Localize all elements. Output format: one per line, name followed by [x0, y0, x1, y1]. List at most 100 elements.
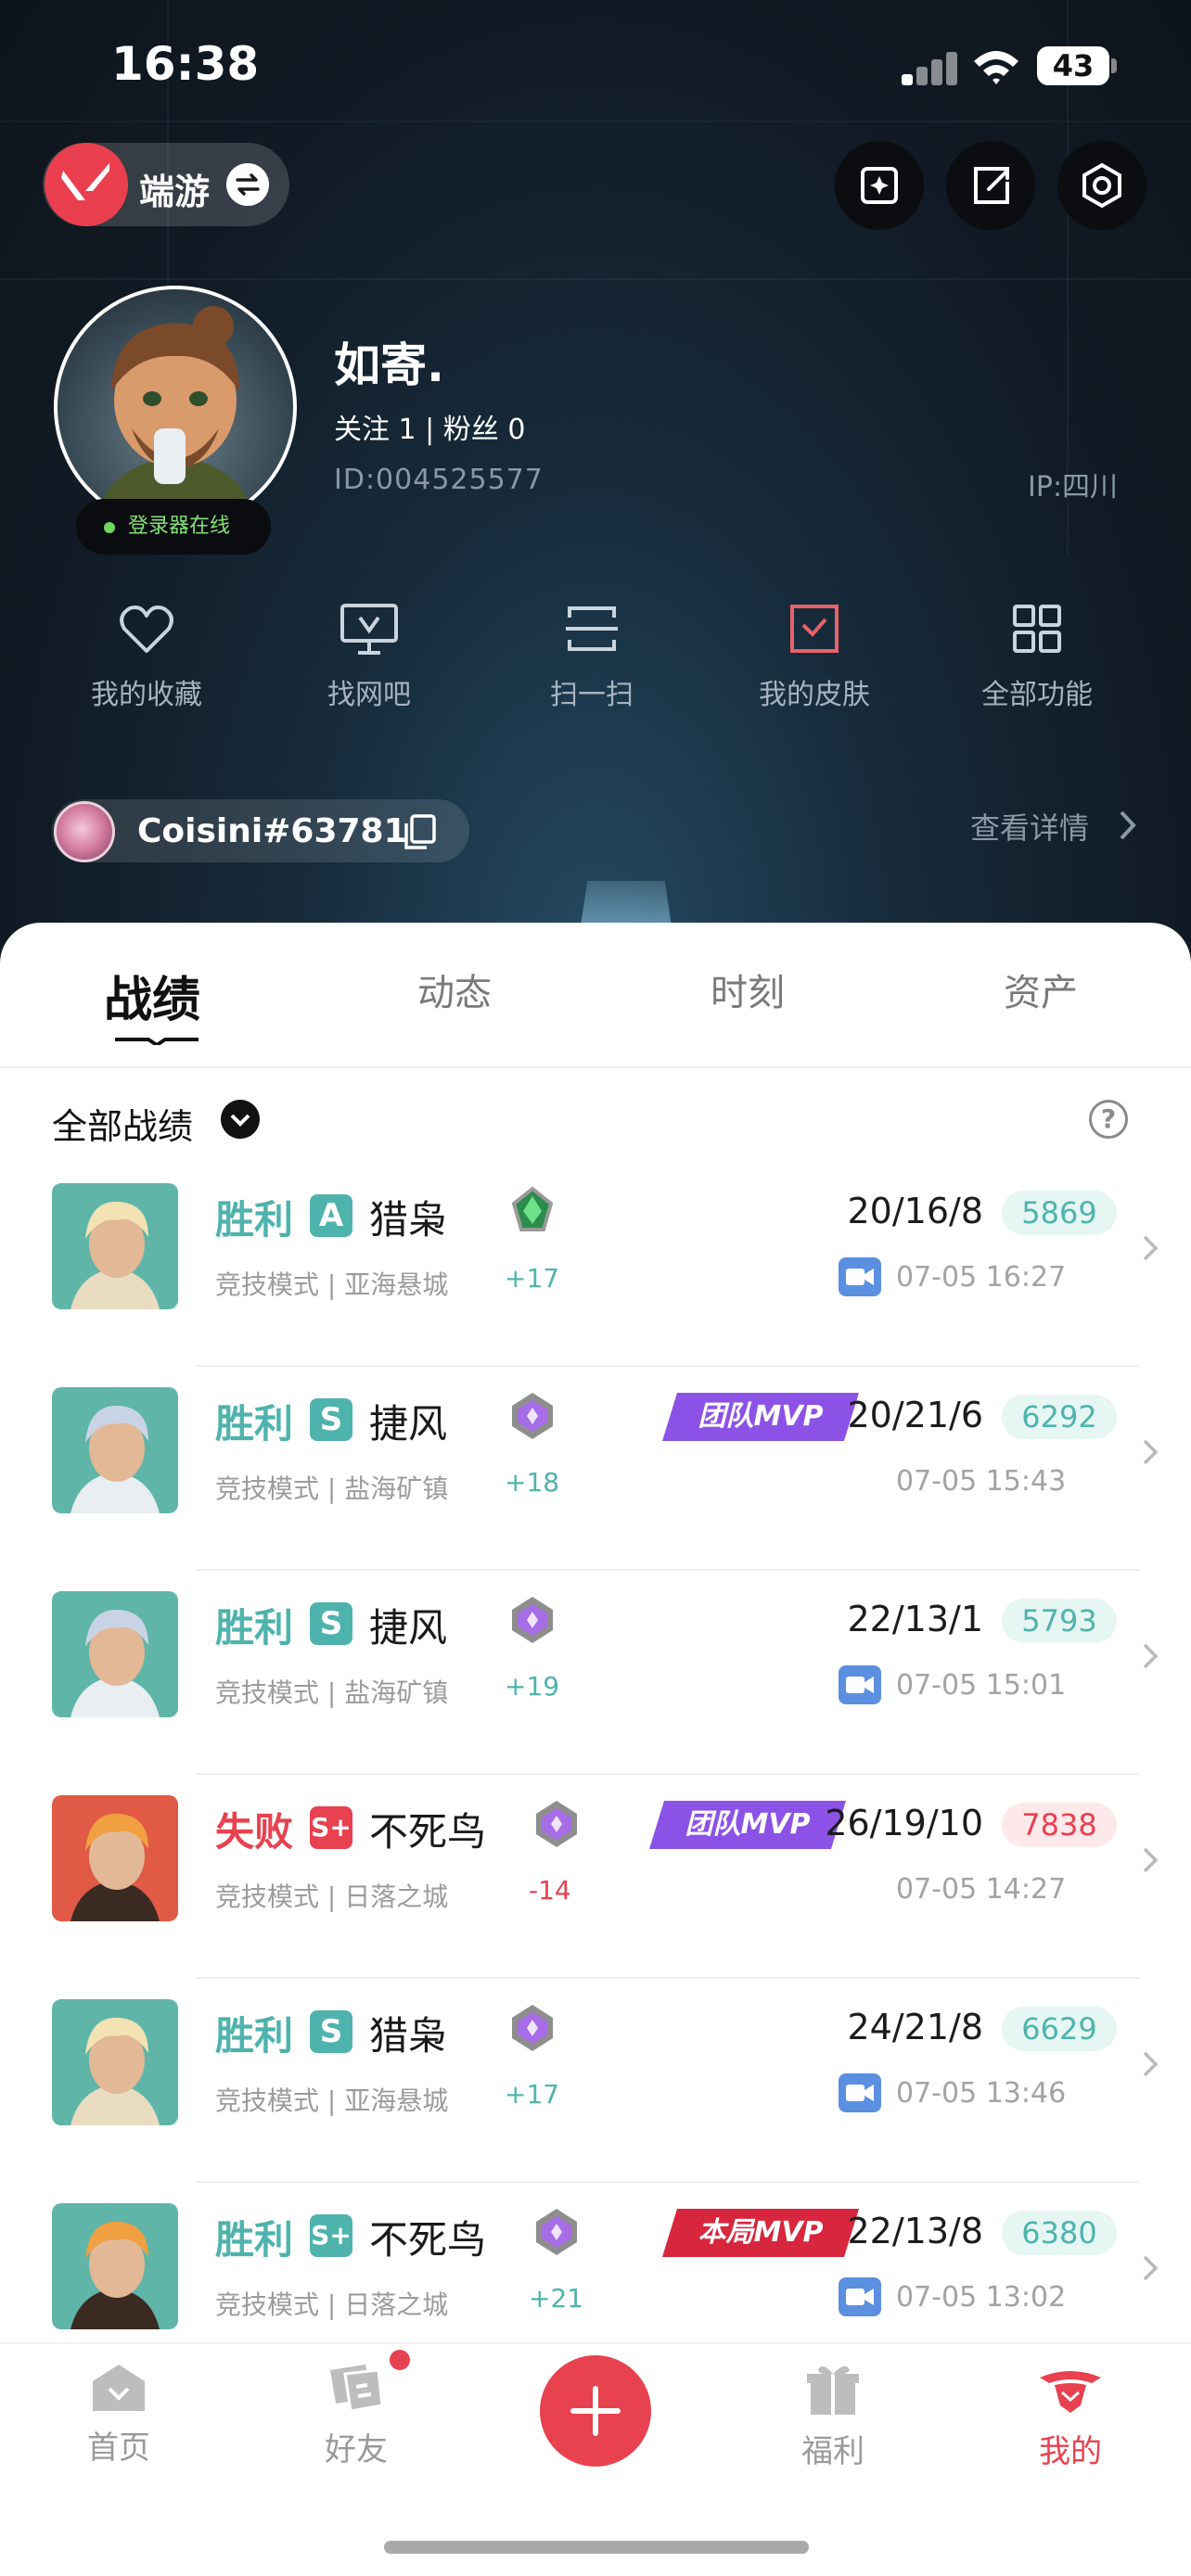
copy-icon[interactable] [403, 814, 436, 849]
heart-icon [120, 606, 173, 653]
nav-label: 首页 [87, 2429, 150, 2467]
agent-name: 不死鸟 [369, 2217, 487, 2263]
function-label: 我的收藏 [91, 679, 202, 711]
mode-and-map: 竞技模式 | 盐海矿镇 [215, 1473, 449, 1504]
agent-avatar-icon [95, 306, 256, 525]
video-replay-icon[interactable] [839, 1257, 881, 1296]
match-row[interactable]: 失败 S+ 不死鸟 竞技模式 | 日落之城 -14 团队MVP 26/19/10 7838 07… [0, 1775, 1191, 1979]
match-row[interactable]: 胜利 S 猎枭 竞技模式 | 亚海悬城 +17 24/21/8 6629 07-05 13:4… [0, 1979, 1191, 2183]
mode-and-map: 竞技模式 | 亚海悬城 [215, 1269, 449, 1300]
performance-grade: S [310, 1398, 352, 1441]
add-post-button[interactable] [540, 2355, 651, 2467]
sparkle-card-icon [861, 167, 898, 204]
mode-and-map: 竞技模式 | 日落之城 [215, 2289, 449, 2320]
nav-home[interactable]: 首页 [45, 2361, 193, 2468]
settings-button[interactable] [1057, 141, 1146, 230]
kda: 26/19/10 [825, 1803, 983, 1843]
performance-grade: S+ [310, 1806, 352, 1849]
performance-grade: S [310, 1602, 352, 1645]
rank-points-delta: +19 [505, 1671, 560, 1702]
match-result: 胜利 [215, 2013, 294, 2059]
swap-icon[interactable] [226, 163, 269, 206]
tab-divider [0, 1066, 1191, 1068]
agent-portrait-icon [70, 1201, 160, 1309]
mode-and-map: 竞技模式 | 盐海矿镇 [215, 1677, 449, 1708]
tab-assets[interactable]: 资产 [1004, 963, 1078, 1016]
match-result: 胜利 [215, 1197, 294, 1243]
home-indicator [384, 2541, 809, 2554]
match-time: 07-05 15:01 [896, 1669, 1067, 1702]
tab-activity[interactable]: 动态 [417, 963, 492, 1016]
rank-badge-icon [536, 1801, 577, 1847]
tab-record[interactable]: 战绩 [104, 961, 200, 1030]
avatar[interactable] [54, 286, 297, 529]
agent-name: 猎枭 [369, 1197, 448, 1243]
home-icon [93, 2365, 145, 2411]
agent-portrait [52, 2203, 178, 2329]
ip-location: IP:四川 [1028, 471, 1119, 504]
video-replay-icon[interactable] [839, 2277, 881, 2316]
match-result: 胜利 [215, 1605, 294, 1651]
agent-portrait [52, 1999, 178, 2125]
function-label: 找网吧 [327, 679, 411, 711]
mode-and-map: 竞技模式 | 亚海悬城 [215, 2085, 449, 2116]
share-button[interactable] [946, 141, 1035, 230]
skin-icon [790, 605, 839, 653]
match-result: 失败 [215, 1809, 294, 1855]
chevron-right-icon [1143, 1643, 1159, 1669]
video-replay-icon[interactable] [839, 2073, 881, 2112]
view-details-link[interactable]: 查看详情 [970, 805, 1089, 848]
record-filter-label[interactable]: 全部战绩 [52, 1098, 193, 1149]
match-time: 07-05 13:46 [896, 2077, 1067, 2110]
chevron-right-icon [1120, 810, 1136, 840]
function-skins[interactable]: 我的皮肤 [722, 603, 907, 733]
agent-portrait-icon [70, 1609, 160, 1717]
kda: 24/21/8 [847, 2007, 984, 2047]
match-row[interactable]: 胜利 S 捷风 竞技模式 | 盐海矿镇 +18 团队MVP 20/21/6 6292 07-05… [0, 1367, 1191, 1571]
video-replay-icon[interactable] [839, 1665, 881, 1704]
kda: 20/21/6 [847, 1395, 984, 1435]
share-icon [974, 167, 1009, 204]
match-result: 胜利 [215, 1401, 294, 1447]
agent-portrait-icon [70, 2221, 160, 2329]
account-name: Coisini#63781 [137, 812, 407, 850]
function-label: 我的皮肤 [759, 679, 870, 711]
rank-badge-icon [512, 2005, 553, 2051]
match-row[interactable]: 胜利 S 捷风 竞技模式 | 盐海矿镇 +19 22/13/1 5793 07-05 15:0… [0, 1571, 1191, 1775]
nav-me[interactable]: 我的 [996, 2361, 1145, 2471]
chevron-right-icon [1143, 1439, 1159, 1465]
combat-score: 6380 [1002, 2211, 1117, 2255]
nav-welfare[interactable]: 福利 [759, 2361, 907, 2471]
function-all[interactable]: 全部功能 [944, 603, 1130, 733]
function-favorites[interactable]: 我的收藏 [54, 603, 239, 733]
function-scan[interactable]: 扫一扫 [499, 603, 685, 733]
chevron-right-icon [1143, 1847, 1159, 1873]
game-name: 端游 [139, 172, 211, 212]
online-dot-icon [104, 522, 115, 533]
kda: 22/13/8 [847, 2211, 984, 2251]
rank-badge-icon [512, 1597, 553, 1643]
nav-label: 福利 [801, 2433, 864, 2470]
follow-stats[interactable]: 关注 1 | 粉丝 0 [334, 406, 525, 447]
help-icon[interactable]: ? [1089, 1100, 1128, 1139]
nav-friends[interactable]: 好友 [282, 2361, 430, 2469]
match-row[interactable]: 胜利 A 猎枭 竞技模式 | 亚海悬城 +17 20/16/8 5869 07-05 16:2… [0, 1163, 1191, 1367]
plus-icon [570, 2386, 621, 2436]
account-avatar [54, 801, 115, 862]
match-time: 07-05 13:02 [896, 2281, 1067, 2314]
gift-icon [807, 2366, 859, 2415]
kda: 22/13/1 [847, 1599, 984, 1639]
battery-tip [1111, 58, 1117, 73]
agent-portrait-icon [70, 1813, 160, 1921]
agent-portrait-icon [70, 1405, 160, 1513]
function-label: 全部功能 [981, 679, 1093, 711]
tab-moments[interactable]: 时刻 [711, 963, 785, 1016]
agent-portrait [52, 1591, 178, 1717]
chevron-down-icon[interactable] [221, 1100, 260, 1139]
agent-name: 捷风 [369, 1605, 448, 1651]
nickname: 如寄. [334, 338, 444, 392]
online-status-text: 登录器在线 [128, 515, 231, 538]
function-netcafe[interactable]: 找网吧 [276, 603, 462, 733]
sparkle-card-button[interactable] [835, 141, 924, 230]
rank-points-delta: +21 [529, 2283, 584, 2314]
